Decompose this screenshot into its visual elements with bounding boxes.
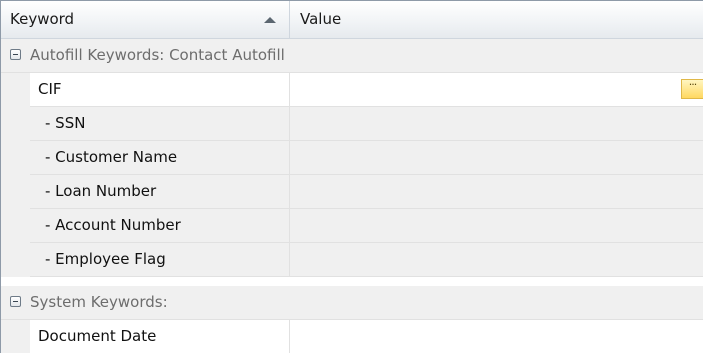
group-row-autofill[interactable]: Autofill Keywords: Contact Autofill [1,39,703,73]
keyword-cell: CIF [30,73,290,107]
value-cell[interactable] [290,209,703,243]
value-cell[interactable] [290,243,703,277]
keyword-row-ssn[interactable]: - SSN [1,107,703,141]
group-label: System Keywords: [30,293,168,311]
value-cell[interactable] [290,320,703,353]
row-gutter [1,73,30,107]
keyword-cell: - Account Number [30,209,290,243]
row-gutter [1,175,30,209]
keyword-row-cif[interactable]: CIF ··· [1,73,703,107]
value-cell[interactable] [290,175,703,209]
keyword-column-header[interactable]: Keyword [1,1,290,38]
keyword-cell: - Employee Flag [30,243,290,277]
collapse-icon[interactable] [10,49,21,60]
group-label: Autofill Keywords: Contact Autofill [30,46,285,64]
keyword-row-loan-number[interactable]: - Loan Number [1,175,703,209]
keyword-row-customer-name[interactable]: - Customer Name [1,141,703,175]
row-gutter [1,107,30,141]
row-gutter [1,243,30,277]
grid-header: Keyword Value [1,1,703,39]
value-cell[interactable] [290,107,703,141]
keyword-cell: - Customer Name [30,141,290,175]
ellipsis-button[interactable]: ··· [681,79,703,99]
collapse-icon[interactable] [10,296,21,307]
keyword-cell: - SSN [30,107,290,141]
row-gutter [1,141,30,175]
keyword-row-account-number[interactable]: - Account Number [1,209,703,243]
value-cell[interactable] [290,141,703,175]
row-gutter [1,320,30,353]
value-column-label: Value [300,10,342,28]
keyword-cell: - Loan Number [30,175,290,209]
sort-ascending-icon [264,17,276,23]
group-row-system[interactable]: System Keywords: [1,286,703,320]
keyword-row-document-date[interactable]: Document Date [1,320,703,353]
row-gutter [1,209,30,243]
keyword-row-employee-flag[interactable]: - Employee Flag [1,243,703,277]
keyword-cell: Document Date [30,320,290,353]
keyword-column-label: Keyword [10,10,75,28]
keyword-property-grid: Keyword Value Autofill Keywords: Contact… [0,0,703,353]
value-column-header[interactable]: Value [290,1,703,38]
value-cell[interactable]: ··· [290,73,703,107]
